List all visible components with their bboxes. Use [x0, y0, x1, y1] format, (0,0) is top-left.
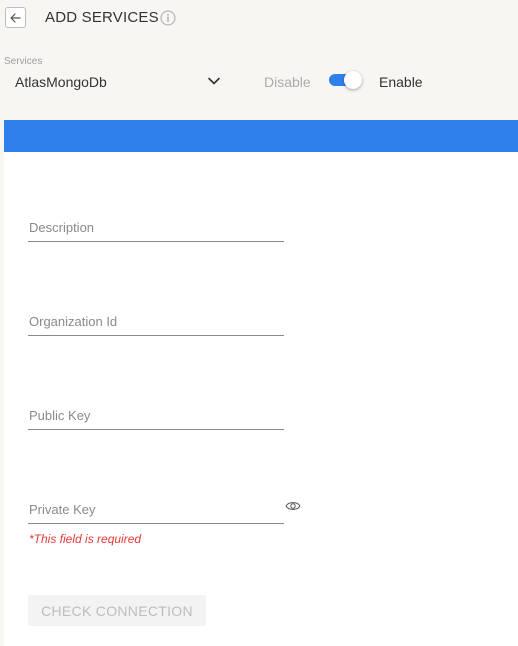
organization-id-input[interactable]: [28, 307, 284, 335]
toggle-knob: [344, 71, 362, 89]
info-icon[interactable]: [160, 10, 176, 26]
page-title: ADD SERVICES: [45, 9, 159, 26]
private-key-input[interactable]: [28, 495, 284, 523]
panel-header-bar: [4, 120, 518, 152]
enable-toggle[interactable]: [329, 70, 365, 92]
disable-label: Disable: [264, 74, 311, 90]
services-dropdown[interactable]: AtlasMongoDb: [4, 70, 226, 94]
public-key-input[interactable]: [28, 401, 284, 429]
arrow-left-icon: [10, 12, 21, 23]
service-form-panel: *This field is required CHECK CONNECTION: [4, 120, 518, 646]
private-key-error: *This field is required: [29, 532, 142, 546]
public-key-field: [28, 401, 284, 430]
organization-id-field: [28, 307, 284, 336]
check-connection-button[interactable]: CHECK CONNECTION: [28, 595, 206, 626]
description-input[interactable]: [28, 213, 284, 241]
enable-label: Enable: [379, 74, 423, 90]
header: ADD SERVICES: [0, 0, 518, 40]
chevron-down-icon: [208, 77, 220, 85]
eye-icon[interactable]: [285, 500, 301, 512]
description-field: [28, 213, 284, 242]
private-key-field: [28, 495, 284, 524]
services-selected-value: AtlasMongoDb: [15, 74, 107, 90]
services-label: Services: [4, 56, 43, 67]
back-button[interactable]: [5, 7, 26, 28]
